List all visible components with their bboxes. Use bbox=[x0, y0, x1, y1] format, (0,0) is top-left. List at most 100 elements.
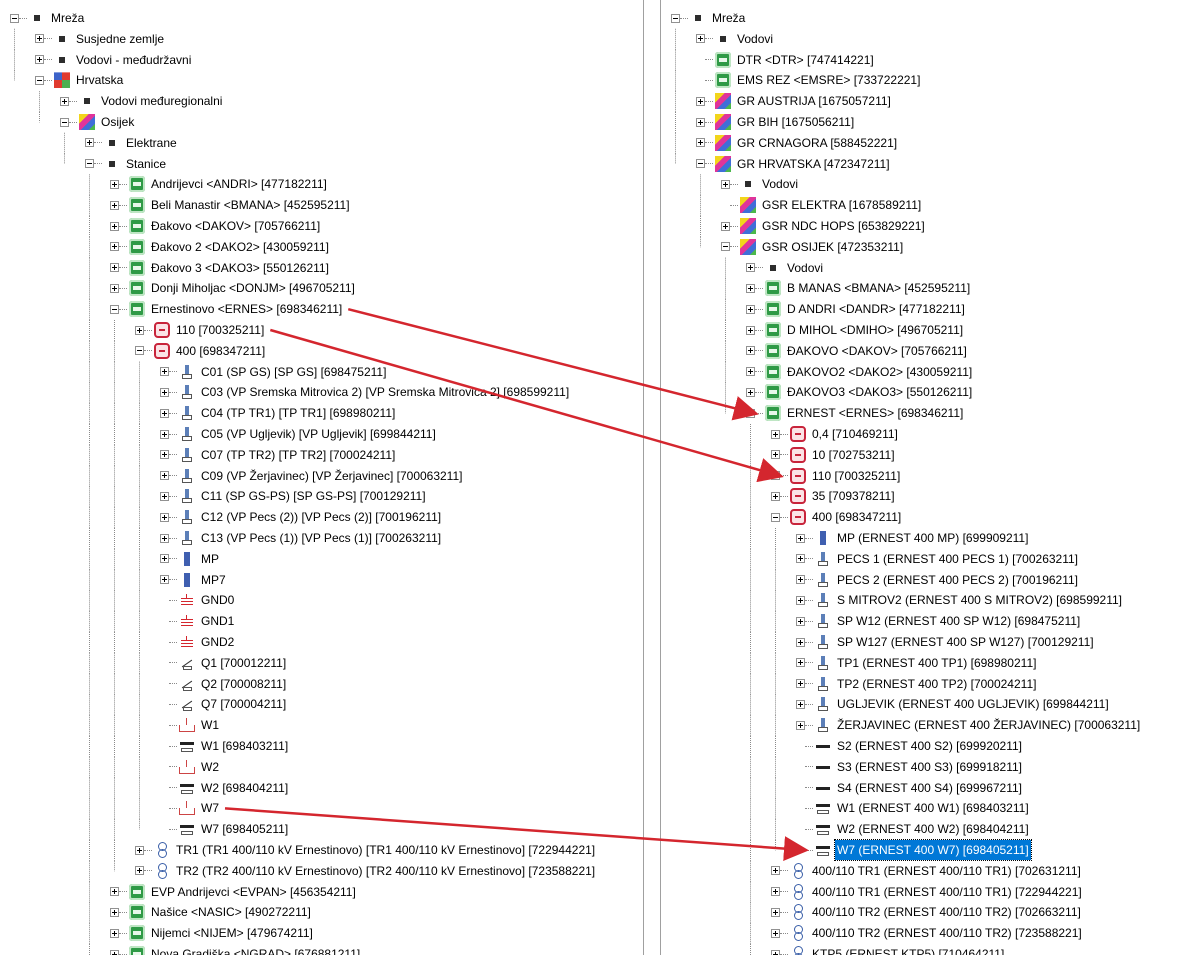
tree-node[interactable]: Susjedne zemlje bbox=[35, 29, 166, 49]
tree-node[interactable]: S3 (ERNEST 400 S3) [699918211] bbox=[796, 757, 1024, 777]
tree-node[interactable]: B MANAS <BMANA> [452595211] bbox=[746, 278, 972, 298]
tree-node[interactable]: GND1 bbox=[160, 611, 236, 631]
tree-node[interactable]: ĐAKOVO2 <DAKO2> [430059211] bbox=[746, 362, 974, 382]
expand-icon[interactable] bbox=[771, 429, 780, 439]
tree-node[interactable]: PECS 1 (ERNEST 400 PECS 1) [700263211] bbox=[796, 549, 1080, 569]
tree-node[interactable]: S4 (ERNEST 400 S4) [699967211] bbox=[796, 778, 1024, 798]
expand-icon[interactable] bbox=[160, 367, 169, 377]
tree-node[interactable]: W1 [698403211] bbox=[160, 736, 290, 756]
tree-node[interactable]: 110 [700325211] bbox=[135, 320, 266, 340]
tree-node[interactable]: C09 (VP Žerjavinec) [VP Žerjavinec] [700… bbox=[160, 466, 464, 486]
tree-node[interactable]: D MIHOL <DMIHO> [496705211] bbox=[746, 320, 965, 340]
tree-node[interactable]: EMS REZ <EMSRE> [733722221] bbox=[696, 70, 922, 90]
expand-icon[interactable] bbox=[721, 221, 730, 231]
tree-node[interactable]: W1 (ERNEST 400 W1) [698403211] bbox=[796, 798, 1031, 818]
collapse-icon[interactable] bbox=[35, 75, 44, 85]
tree-node[interactable]: 400/110 TR1 (ERNEST 400/110 TR1) [722944… bbox=[771, 882, 1084, 902]
expand-icon[interactable] bbox=[160, 429, 169, 439]
tree-node[interactable]: UGLJEVIK (ERNEST 400 UGLJEVIK) [69984421… bbox=[796, 694, 1111, 714]
tree-node[interactable]: C07 (TP TR2) [TP TR2] [700024211] bbox=[160, 445, 397, 465]
expand-icon[interactable] bbox=[160, 575, 169, 585]
expand-icon[interactable] bbox=[110, 263, 119, 273]
expand-icon[interactable] bbox=[135, 866, 144, 876]
tree-node[interactable]: D ANDRI <DANDR> [477182211] bbox=[746, 299, 967, 319]
expand-icon[interactable] bbox=[160, 512, 169, 522]
tree-node[interactable]: W7 (ERNEST 400 W7) [698405211] bbox=[796, 839, 1032, 861]
tree-node[interactable]: ĐAKOVO3 <DAKO3> [550126211] bbox=[746, 382, 974, 402]
tree-node[interactable]: Mreža bbox=[671, 8, 747, 28]
tree-node[interactable]: 400/110 TR2 (ERNEST 400/110 TR2) [723588… bbox=[771, 923, 1084, 943]
tree-node[interactable]: C03 (VP Sremska Mitrovica 2) [VP Sremska… bbox=[160, 382, 571, 402]
tree-node[interactable]: W2 [698404211] bbox=[160, 778, 290, 798]
expand-icon[interactable] bbox=[796, 575, 805, 585]
expand-icon[interactable] bbox=[746, 325, 755, 335]
collapse-icon[interactable] bbox=[746, 408, 755, 418]
expand-icon[interactable] bbox=[85, 138, 94, 148]
tree-node[interactable]: SP W12 (ERNEST 400 SP W12) [698475211] bbox=[796, 611, 1082, 631]
collapse-icon[interactable] bbox=[721, 242, 730, 252]
tree-node[interactable]: ŽERJAVINEC (ERNEST 400 ŽERJAVINEC) [7000… bbox=[796, 715, 1142, 735]
tree-node[interactable]: Vodovi - međudržavni bbox=[35, 50, 193, 70]
tree-node[interactable]: Vodovi bbox=[746, 258, 825, 278]
tree-node[interactable]: GR BIH [1675056211] bbox=[696, 112, 856, 132]
tree-node[interactable]: Osijek bbox=[60, 112, 136, 132]
tree-node[interactable]: S2 (ERNEST 400 S2) [699920211] bbox=[796, 736, 1024, 756]
expand-icon[interactable] bbox=[796, 533, 805, 543]
expand-icon[interactable] bbox=[746, 263, 755, 273]
collapse-icon[interactable] bbox=[671, 13, 680, 23]
tree-node[interactable]: 400/110 TR1 (ERNEST 400/110 TR1) [702631… bbox=[771, 861, 1083, 881]
expand-icon[interactable] bbox=[110, 242, 119, 252]
expand-icon[interactable] bbox=[696, 117, 705, 127]
expand-icon[interactable] bbox=[110, 200, 119, 210]
expand-icon[interactable] bbox=[771, 907, 780, 917]
expand-icon[interactable] bbox=[160, 387, 169, 397]
tree-node[interactable]: GSR NDC HOPS [653829221] bbox=[721, 216, 927, 236]
tree-node[interactable]: Stanice bbox=[85, 154, 168, 174]
tree-node[interactable]: Nijemci <NIJEM> [479674211] bbox=[110, 923, 315, 943]
tree-node[interactable]: TP2 (ERNEST 400 TP2) [700024211] bbox=[796, 674, 1038, 694]
expand-icon[interactable] bbox=[721, 179, 730, 189]
expand-icon[interactable] bbox=[35, 55, 44, 65]
tree-node[interactable]: ĐAKOVO <DAKOV> [705766211] bbox=[746, 341, 969, 361]
tree-node[interactable]: MP7 bbox=[160, 570, 228, 590]
tree-node[interactable]: Q2 [700008211] bbox=[160, 674, 288, 694]
tree-node[interactable]: Q1 [700012211] bbox=[160, 653, 288, 673]
tree-node[interactable]: Vodovi međuregionalni bbox=[60, 91, 224, 111]
expand-icon[interactable] bbox=[796, 595, 805, 605]
tree-node[interactable]: KTP5 (ERNEST KTP5) [710464211] bbox=[771, 944, 1006, 955]
tree-node[interactable]: W1 bbox=[160, 715, 221, 735]
expand-icon[interactable] bbox=[796, 658, 805, 668]
expand-icon[interactable] bbox=[110, 221, 119, 231]
collapse-icon[interactable] bbox=[771, 512, 780, 522]
expand-icon[interactable] bbox=[160, 554, 169, 564]
tree-node[interactable]: 0,4 [710469211] bbox=[771, 424, 900, 444]
tree-node[interactable]: S MITROV2 (ERNEST 400 S MITROV2) [698599… bbox=[796, 590, 1124, 610]
tree-node[interactable]: GR HRVATSKA [472347211] bbox=[696, 154, 892, 174]
tree-node[interactable]: EVP Andrijevci <EVPAN> [456354211] bbox=[110, 882, 358, 902]
tree-node[interactable]: Đakovo 2 <DAKO2> [430059211] bbox=[110, 237, 331, 257]
tree-node[interactable]: GSR OSIJEK [472353211] bbox=[721, 237, 905, 257]
expand-icon[interactable] bbox=[135, 325, 144, 335]
tree-node[interactable]: C13 (VP Pecs (1)) [VP Pecs (1)] [7002632… bbox=[160, 528, 443, 548]
tree-node[interactable]: GND2 bbox=[160, 632, 236, 652]
expand-icon[interactable] bbox=[796, 616, 805, 626]
tree-node[interactable]: GR AUSTRIJA [1675057211] bbox=[696, 91, 893, 111]
tree-node[interactable]: W7 [698405211] bbox=[160, 819, 290, 839]
collapse-icon[interactable] bbox=[10, 13, 19, 23]
expand-icon[interactable] bbox=[771, 887, 780, 897]
tree-node[interactable]: Andrijevci <ANDRI> [477182211] bbox=[110, 174, 329, 194]
tree-node[interactable]: Elektrane bbox=[85, 133, 179, 153]
collapse-icon[interactable] bbox=[696, 159, 705, 169]
expand-icon[interactable] bbox=[746, 304, 755, 314]
tree-node[interactable]: TR1 (TR1 400/110 kV Ernestinovo) [TR1 40… bbox=[135, 840, 597, 860]
expand-icon[interactable] bbox=[160, 533, 169, 543]
tree-node[interactable]: Vodovi bbox=[721, 174, 800, 194]
expand-icon[interactable] bbox=[160, 408, 169, 418]
tree-node[interactable]: 110 [700325211] bbox=[771, 466, 902, 486]
expand-icon[interactable] bbox=[35, 34, 44, 44]
tree-node[interactable]: Mreža bbox=[10, 8, 86, 28]
tree-node[interactable]: MP (ERNEST 400 MP) [699909211] bbox=[796, 528, 1030, 548]
tree-node[interactable]: Donji Miholjac <DONJM> [496705211] bbox=[110, 278, 357, 298]
expand-icon[interactable] bbox=[796, 554, 805, 564]
expand-icon[interactable] bbox=[796, 637, 805, 647]
